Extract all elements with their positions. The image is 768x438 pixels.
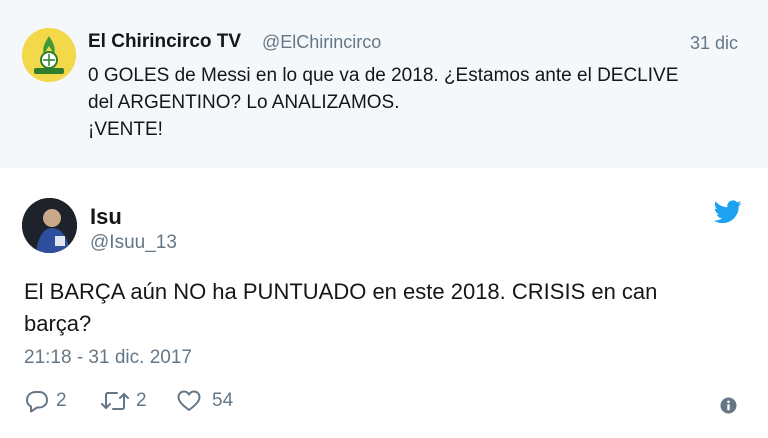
reply-button[interactable]: 2 [24, 388, 74, 414]
info-icon[interactable] [720, 397, 737, 414]
reply-icon [26, 391, 48, 413]
retweet-icon [101, 392, 129, 410]
chiringuito-logo-icon[interactable] [22, 28, 76, 82]
heart-icon [177, 390, 201, 411]
quoted-parent-tweet[interactable]: El Chirincirco TV @ElChirincirco 31 dic … [0, 0, 768, 168]
parent-text-line: del ARGENTINO? Lo ANALIZAMOS. [88, 92, 400, 113]
parent-author-handle[interactable]: @ElChirincirco [262, 32, 381, 53]
reply-text-line: barça? [24, 311, 92, 336]
reply-author-handle[interactable]: @Isuu_13 [90, 232, 177, 254]
reply-author-name[interactable]: Isu [90, 204, 122, 230]
reply-tweet-text: El BARÇA aún NO ha PUNTUADO en este 2018… [24, 276, 744, 340]
reply-count: 2 [56, 390, 67, 411]
twitter-bird-icon[interactable] [714, 200, 742, 224]
tweet-timestamp[interactable]: 21:18 - 31 dic. 2017 [24, 347, 192, 369]
retweet-button[interactable]: 2 [100, 388, 160, 414]
parent-date[interactable]: 31 dic [690, 33, 738, 54]
parent-author-name[interactable]: El Chirincirco TV [88, 31, 241, 53]
reply-text-line: El BARÇA aún NO ha PUNTUADO en este 2018… [24, 279, 658, 304]
parent-text-line: ¡VENTE! [88, 119, 163, 140]
avatar[interactable] [22, 198, 77, 253]
like-count: 54 [212, 390, 234, 411]
like-button[interactable]: 54 [176, 388, 246, 414]
parent-tweet-text: 0 GOLES de Messi en lo que va de 2018. ¿… [88, 62, 748, 143]
parent-text-line: 0 GOLES de Messi en lo que va de 2018. ¿… [88, 65, 679, 86]
retweet-count: 2 [136, 390, 147, 411]
